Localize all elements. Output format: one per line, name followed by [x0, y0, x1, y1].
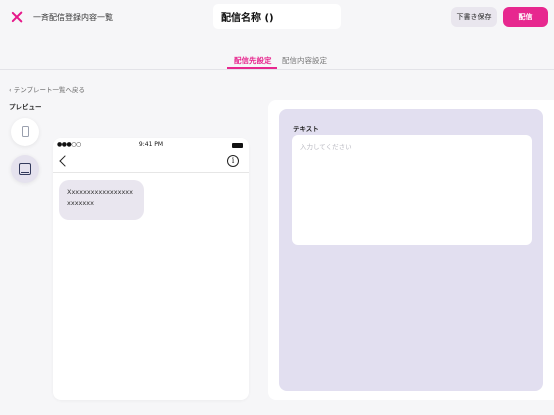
- message-bubble: Xxxxxxxxxxxxxxxxxxxxxxxx: [59, 180, 144, 220]
- message-text-input[interactable]: [292, 135, 532, 245]
- status-time: 9:41 PM: [138, 141, 164, 148]
- battery-icon: [232, 143, 243, 148]
- delivery-name-field[interactable]: 配信名称 (): [213, 4, 341, 29]
- back-link-label: テンプレート一覧へ戻る: [13, 86, 85, 94]
- chevron-left-icon: ‹: [9, 86, 12, 94]
- info-icon: i: [227, 155, 239, 167]
- status-bar: ●●●○○ 9:41 PM: [53, 138, 249, 152]
- tab-delivery-target[interactable]: 配信先設定: [234, 55, 272, 66]
- back-to-template-list-link[interactable]: ‹ テンプレート一覧へ戻る: [9, 84, 85, 94]
- back-chevron-icon: [59, 155, 71, 167]
- preview-label: プレビュー: [9, 103, 42, 111]
- text-field-label: テキスト: [293, 125, 319, 133]
- tablet-preview-button[interactable]: [11, 155, 39, 183]
- tab-bar: 配信先設定 配信内容設定: [0, 50, 554, 70]
- phone-icon: [22, 126, 29, 137]
- save-draft-button[interactable]: 下書き保存: [451, 7, 497, 27]
- tablet-icon: [19, 163, 31, 175]
- top-bar: 一斉配信登録内容一覧 配信名称 () 下書き保存 配信: [0, 0, 554, 36]
- content-editor: テキスト: [268, 100, 554, 400]
- phone-preview-button[interactable]: [11, 118, 39, 146]
- active-tab-indicator: [227, 67, 277, 69]
- editor-panel: テキスト: [279, 109, 543, 391]
- phone-nav-bar: i: [53, 152, 249, 173]
- page-title: 一斉配信登録内容一覧: [33, 13, 113, 22]
- tab-delivery-content[interactable]: 配信内容設定: [282, 55, 327, 66]
- phone-preview: ●●●○○ 9:41 PM i Xxxxxxxxxxxxxxxxxxxxxxxx: [53, 138, 249, 400]
- close-icon[interactable]: [9, 9, 25, 25]
- send-button[interactable]: 配信: [503, 7, 548, 27]
